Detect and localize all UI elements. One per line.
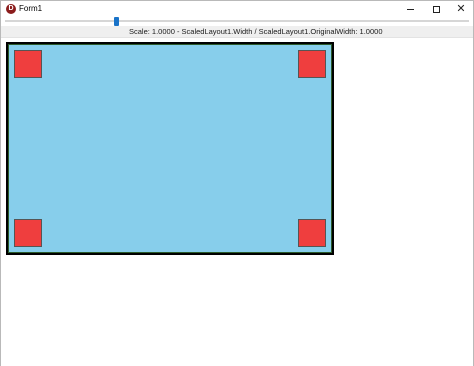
form-client-area xyxy=(1,37,473,366)
maximize-button[interactable] xyxy=(424,1,448,17)
close-button[interactable]: ✕ xyxy=(449,1,473,17)
corner-square-bottom-right xyxy=(298,219,326,247)
trackbar-track[interactable] xyxy=(5,20,469,22)
trackbar-thumb[interactable] xyxy=(114,17,119,26)
app-window: D Form1 ✕ Scale: 1.0000 - ScaledLayout1.… xyxy=(0,0,474,366)
corner-square-bottom-left xyxy=(14,219,42,247)
corner-square-top-left xyxy=(14,50,42,78)
layout-background xyxy=(8,44,332,253)
corner-square-top-right xyxy=(298,50,326,78)
maximize-icon xyxy=(432,5,440,13)
close-icon: ✕ xyxy=(456,3,466,15)
scaled-layout xyxy=(6,42,334,255)
minimize-button[interactable] xyxy=(398,1,422,17)
window-title: Form1 xyxy=(19,4,43,13)
status-label-area: Scale: 1.0000 - ScaledLayout1.Width / Sc… xyxy=(1,26,473,37)
title-bar[interactable]: D Form1 ✕ xyxy=(1,1,473,17)
delphi-app-icon[interactable]: D xyxy=(6,4,16,14)
minimize-icon xyxy=(406,8,414,10)
scale-trackbar[interactable] xyxy=(1,17,473,26)
scale-status-label: Scale: 1.0000 - ScaledLayout1.Width / Sc… xyxy=(129,27,383,36)
